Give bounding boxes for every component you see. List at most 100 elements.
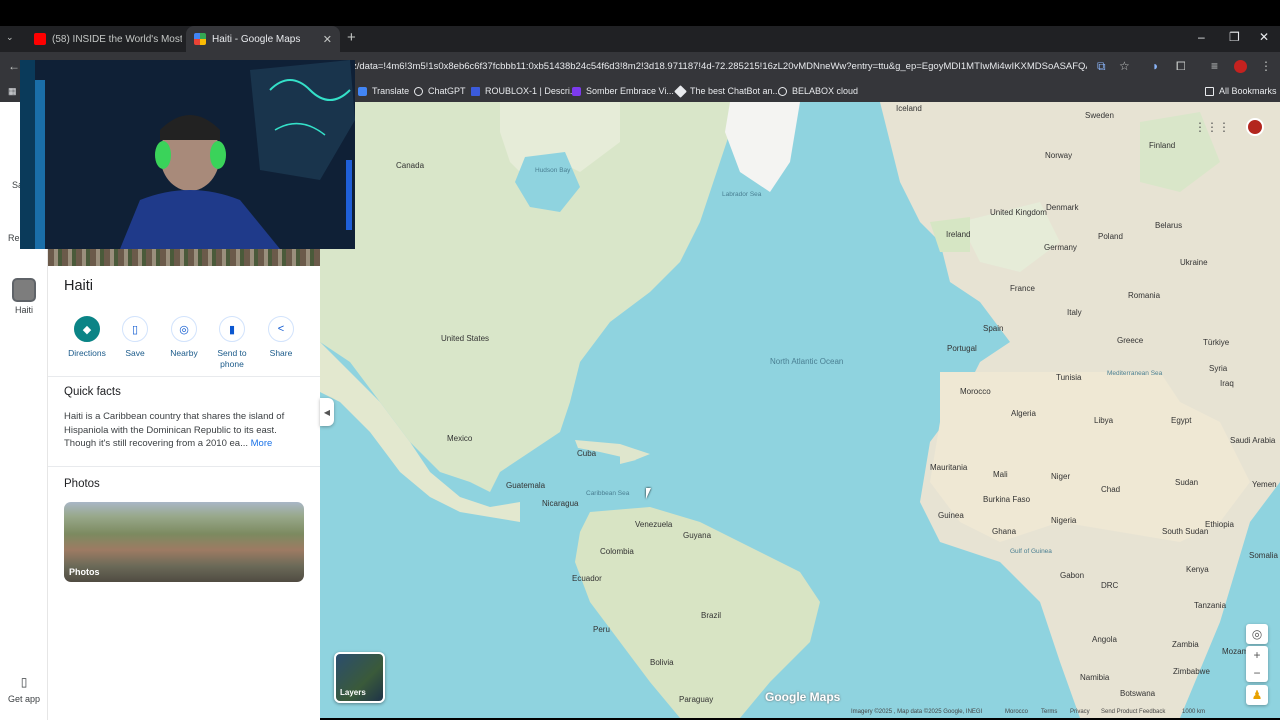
map-label-country: Mali: [993, 470, 1008, 479]
map-label-country: Kenya: [1186, 565, 1209, 574]
share-button[interactable]: < Share: [256, 314, 306, 359]
diamond-icon: [674, 84, 687, 98]
map-label-water: Mediterranean Sea: [1107, 370, 1163, 377]
my-location-icon[interactable]: ◎: [1246, 624, 1268, 644]
account-avatar[interactable]: [1246, 118, 1264, 136]
google-apps-grid-icon[interactable]: ⋮⋮⋮: [1194, 120, 1230, 134]
map-label-country: Tunisia: [1056, 373, 1082, 382]
region-link[interactable]: Morocco: [1005, 709, 1028, 715]
place-actions: ◆ Directions ▯ Save ◎ Nearby ▮ Send to phone…: [56, 314, 312, 374]
map-label-country: United Kingdom: [990, 208, 1047, 217]
map-label-country: Sweden: [1085, 111, 1114, 120]
bookmark-roublox[interactable]: ROUBLOX-1 | Descri...: [471, 86, 577, 96]
restore-icon[interactable]: ❐: [1229, 30, 1240, 44]
profile-avatar[interactable]: [1234, 60, 1247, 73]
scale-bar[interactable]: 1000 km: [1182, 709, 1205, 715]
chatgpt-icon: [414, 86, 423, 96]
layers-label: Layers: [340, 688, 366, 697]
google-maps-logo: Google Maps: [765, 690, 841, 704]
map-label-country: Ecuador: [572, 574, 602, 583]
phone-icon[interactable]: ▯: [0, 675, 48, 689]
haiti-rail-label[interactable]: Haiti: [0, 305, 48, 315]
new-tab-icon[interactable]: +: [347, 29, 356, 46]
map-label-country: Bolivia: [650, 658, 674, 667]
map-label-country: Poland: [1098, 232, 1123, 241]
bookmark-star-icon[interactable]: ☆: [1119, 59, 1130, 73]
tab-title: Haiti - Google Maps: [212, 33, 301, 45]
close-window-icon[interactable]: ✕: [1259, 30, 1269, 44]
back-icon[interactable]: ←: [8, 59, 20, 73]
map-label-country: Zimbabwe: [1173, 667, 1210, 676]
map-label-country: Italy: [1067, 308, 1082, 317]
map-label-country: Zambia: [1172, 640, 1199, 649]
document-icon: [471, 86, 480, 96]
bookmark-chatbot[interactable]: The best ChatBot an...: [674, 84, 780, 98]
map-label-country: Denmark: [1046, 203, 1079, 212]
browser-menu-icon[interactable]: ⋮: [1260, 59, 1272, 73]
media-control-icon[interactable]: ≡: [1211, 59, 1218, 73]
collapse-panel-button[interactable]: ◀: [320, 398, 334, 426]
haiti-recent-thumbnail[interactable]: [12, 278, 36, 302]
all-bookmarks[interactable]: All Bookmarks: [1205, 86, 1277, 96]
send-to-phone-button[interactable]: ▮ Send to phone: [207, 314, 257, 370]
privacy-link[interactable]: Privacy: [1070, 709, 1090, 715]
save-button[interactable]: ▯ Save: [110, 314, 160, 359]
map-footer: Imagery ©2025 , Map data ©2025 Google, I…: [320, 708, 1280, 718]
map-label-country: Chad: [1101, 485, 1121, 494]
minimize-icon[interactable]: –: [1198, 30, 1205, 44]
tab-search-chevron-icon[interactable]: ⌄: [6, 32, 14, 43]
close-tab-icon[interactable]: ✕: [323, 33, 332, 46]
zoom-out-icon[interactable]: −: [1246, 664, 1268, 682]
map-label-country: Yemen: [1252, 480, 1277, 489]
bookmark-somber[interactable]: Somber Embrace Vi...: [572, 86, 674, 96]
webcam-overlay: [20, 60, 355, 249]
get-app-label[interactable]: Get app: [0, 694, 48, 704]
translate-icon: [358, 86, 367, 96]
map-label-country: Saudi Arabia: [1230, 436, 1276, 445]
map-label-country: Mauritania: [930, 463, 968, 472]
directions-button[interactable]: ◆ Directions: [62, 314, 112, 359]
map-canvas[interactable]: ⋮⋮⋮ Iceland Sweden Finland Norway Canada…: [320, 102, 1280, 718]
zoom-in-icon[interactable]: +: [1246, 646, 1268, 664]
extensions-puzzle-icon[interactable]: ⧠: [1176, 59, 1186, 74]
map-label-country: Venezuela: [635, 520, 673, 529]
map-label-country: Sudan: [1175, 478, 1199, 487]
webcam-scene: [20, 60, 355, 249]
map-label-country: Iraq: [1220, 379, 1234, 388]
globe-icon: [778, 86, 787, 96]
photos-heading: Photos: [64, 478, 100, 490]
bookmark-belabox[interactable]: BELABOX cloud: [778, 86, 858, 96]
extension-icon[interactable]: ◗: [1152, 59, 1159, 73]
map-label-country: Nigeria: [1051, 516, 1077, 525]
map-label-country: United States: [441, 334, 490, 343]
screen-top-letterbox: [0, 0, 1280, 26]
layers-button[interactable]: Layers: [334, 652, 385, 703]
translate-page-icon[interactable]: ⧉: [1097, 59, 1106, 74]
tab-google-maps[interactable]: Haiti - Google Maps ✕: [186, 26, 340, 52]
map-label-country: Peru: [593, 625, 610, 634]
map-label-country: Mexico: [447, 434, 473, 443]
nearby-button[interactable]: ◎ Nearby: [159, 314, 209, 359]
apps-grid-icon[interactable]: ▦: [8, 86, 17, 97]
ai-icon: [572, 86, 581, 96]
map-landmass: [320, 102, 1280, 718]
youtube-icon: [34, 33, 46, 45]
map-label-country: Somalia: [1249, 551, 1278, 560]
pegman-icon[interactable]: ♟: [1246, 685, 1268, 705]
tab-youtube[interactable]: (58) INSIDE the World's Most D ✕: [26, 26, 182, 52]
map-label-country: Ukraine: [1180, 258, 1208, 267]
bookmark-translate[interactable]: Translate: [358, 86, 409, 96]
map-label-country: Ghana: [992, 527, 1017, 536]
terms-link[interactable]: Terms: [1041, 709, 1057, 715]
feedback-link[interactable]: Send Product Feedback: [1101, 709, 1165, 715]
folder-icon: [1205, 86, 1214, 96]
more-link[interactable]: More: [251, 438, 273, 449]
map-label-country: Niger: [1051, 472, 1071, 481]
photos-thumbnail[interactable]: Photos: [64, 502, 304, 582]
bookmark-icon: ▯: [122, 316, 148, 342]
url-field[interactable]: z/data=!4m6!3m5!1s0x8eb6c6f37fcbbb11:0xb…: [352, 61, 1087, 72]
map-label-country: Egypt: [1171, 416, 1192, 425]
map-label-country: Iceland: [896, 104, 922, 113]
map-label-country: Libya: [1094, 416, 1114, 425]
bookmark-chatgpt[interactable]: ChatGPT: [414, 86, 466, 96]
